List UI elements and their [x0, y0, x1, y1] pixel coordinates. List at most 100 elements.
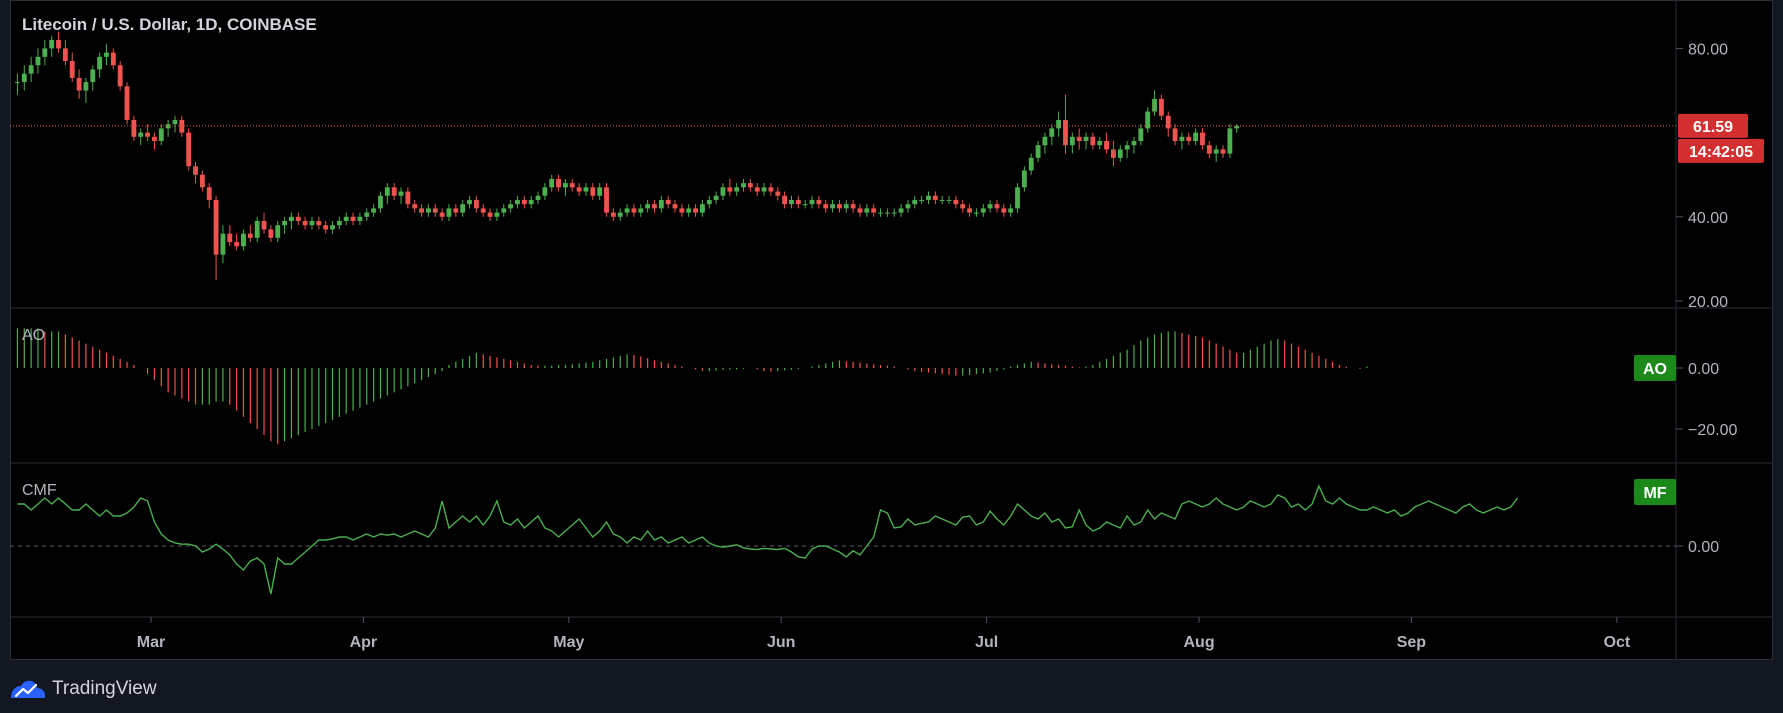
candle-body: [28, 65, 34, 74]
candle-body: [186, 132, 192, 167]
ao-tick-label: 0.00: [1688, 361, 1719, 378]
candle-body: [926, 195, 931, 200]
candle-body: [515, 199, 520, 205]
candle-body: [357, 216, 363, 222]
candle-body: [878, 212, 883, 214]
candle-body: [1227, 128, 1233, 154]
candle-body: [473, 199, 479, 209]
cmf-badge-label: MF: [1643, 485, 1666, 502]
candle-body: [816, 199, 822, 205]
candle-body: [453, 208, 459, 213]
candle-body: [343, 216, 349, 222]
tradingview-brand[interactable]: TradingView: [10, 676, 157, 702]
candle-body: [1186, 136, 1192, 142]
candle-body: [83, 82, 89, 91]
candle-body: [809, 199, 815, 205]
candle-body: [1056, 119, 1062, 129]
candle-body: [261, 221, 267, 230]
candle-body: [1158, 98, 1164, 116]
candle-body: [789, 199, 794, 205]
candle-body: [15, 82, 20, 84]
tradingview-logo-icon: [11, 680, 45, 698]
candle-body: [384, 187, 390, 196]
candle-body: [795, 199, 801, 205]
candle-body: [556, 178, 561, 188]
candle-body: [1172, 128, 1178, 142]
candle-body: [727, 187, 733, 192]
candle-body: [480, 208, 486, 213]
candle-body: [624, 208, 630, 213]
candle-body: [638, 208, 644, 213]
time-tick-label: Oct: [1604, 634, 1631, 651]
candle-body: [1001, 208, 1007, 213]
candle-body: [21, 73, 27, 83]
candle-body: [241, 233, 246, 247]
candle-body: [1076, 136, 1082, 142]
candle-body: [295, 216, 301, 222]
candle-body: [542, 187, 548, 196]
candle-body: [247, 233, 253, 238]
time-tick-label: May: [553, 634, 584, 651]
candle-body: [398, 191, 404, 196]
last-price-label: 61.59: [1693, 119, 1733, 136]
candle: [124, 82, 130, 125]
time-tick-label: Jun: [767, 634, 795, 651]
candle-body: [898, 208, 904, 213]
candle-body: [775, 191, 781, 196]
candle-body: [1097, 141, 1103, 146]
candle-body: [960, 204, 966, 209]
cmf-pane-title: CMF: [22, 482, 57, 499]
candle-body: [994, 204, 1000, 209]
countdown-label: 14:42:05: [1689, 144, 1753, 161]
candle-body: [124, 86, 130, 120]
candle-body: [412, 204, 418, 209]
candle-body: [220, 233, 226, 255]
price-tick-label: 40.00: [1688, 210, 1728, 227]
candle-body: [117, 65, 123, 87]
candle-body: [330, 225, 335, 230]
candle-body: [131, 119, 137, 137]
candle-body: [802, 204, 808, 206]
candle-body: [56, 39, 61, 49]
candle-body: [1234, 125, 1240, 129]
candle-body: [569, 183, 575, 188]
candle-body: [1069, 136, 1075, 146]
candle-body: [768, 187, 774, 192]
candle-body: [110, 52, 116, 66]
candle-body: [501, 208, 507, 213]
candle-body: [1206, 145, 1212, 154]
candle-body: [720, 187, 726, 196]
candle-body: [912, 199, 918, 205]
ao-tick-label: −20.00: [1688, 422, 1737, 439]
candle-body: [782, 195, 788, 205]
candle: [1227, 124, 1233, 158]
candle-body: [549, 178, 555, 188]
candle-body: [158, 128, 164, 142]
candle-body: [563, 183, 568, 188]
candle-body: [604, 187, 609, 213]
chart-area-background: [10, 0, 1773, 660]
candle-body: [213, 199, 219, 255]
cmf-tick-label: 0.00: [1688, 539, 1719, 556]
candle-body: [76, 77, 82, 91]
candle-body: [90, 69, 96, 83]
candle-body: [610, 212, 616, 217]
candle-body: [268, 229, 274, 238]
candle-body: [686, 208, 692, 213]
candle-body: [590, 187, 596, 196]
candle-body: [747, 183, 753, 188]
symbol-title: Litecoin / U.S. Dollar, 1D, COINBASE: [22, 15, 317, 34]
candle-body: [576, 187, 582, 192]
candle-body: [97, 56, 103, 70]
candle-body: [378, 195, 383, 209]
candle-body: [1111, 149, 1116, 158]
candle-body: [336, 221, 342, 226]
candle-body: [275, 225, 281, 238]
tradingview-wordmark: TradingView: [52, 678, 157, 699]
candle: [117, 61, 123, 91]
candle-body: [42, 48, 48, 57]
candle-body: [597, 187, 603, 196]
time-tick-label: Jul: [975, 634, 998, 651]
time-tick-label: Sep: [1397, 634, 1427, 651]
candle-body: [905, 204, 911, 209]
